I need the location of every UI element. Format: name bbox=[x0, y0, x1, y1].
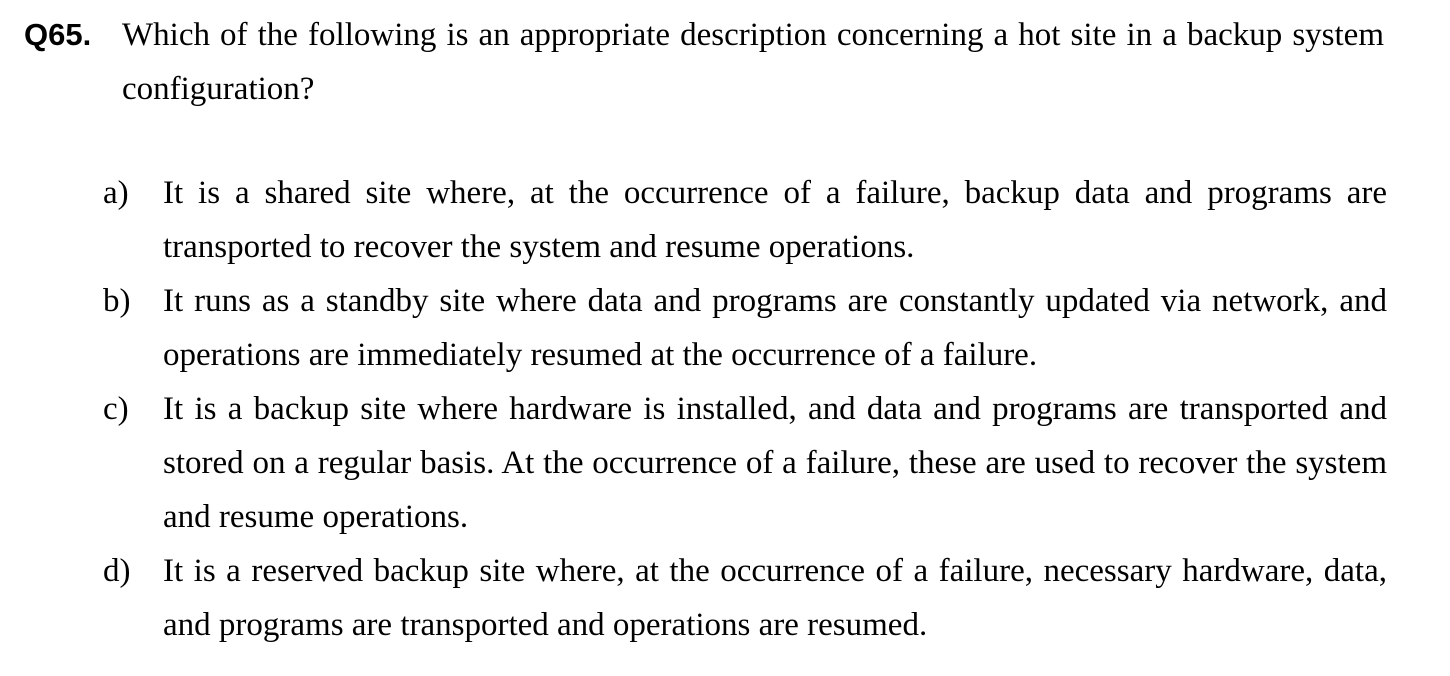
question-text: Which of the following is an appropriate… bbox=[122, 17, 1384, 107]
option-letter: d) bbox=[103, 553, 131, 589]
question-block: Q65. Which of the following is an approp… bbox=[24, 8, 1414, 116]
option-letter: a) bbox=[103, 175, 129, 211]
exam-page: Q65. Which of the following is an approp… bbox=[0, 0, 1450, 676]
option-c: c) It is a backup site where hardware is… bbox=[103, 382, 1393, 544]
option-b: b) It runs as a standby site where data … bbox=[103, 274, 1393, 382]
option-a: a) It is a shared site where, at the occ… bbox=[103, 166, 1393, 274]
option-text: It is a backup site where hardware is in… bbox=[163, 391, 1387, 535]
option-letter: b) bbox=[103, 283, 131, 319]
option-letter: c) bbox=[103, 391, 129, 427]
option-text: It is a shared site where, at the occurr… bbox=[163, 175, 1387, 265]
option-text: It runs as a standby site where data and… bbox=[163, 283, 1387, 373]
answer-options: a) It is a shared site where, at the occ… bbox=[103, 166, 1393, 652]
question-number: Q65. bbox=[24, 17, 92, 52]
option-d: d) It is a reserved backup site where, a… bbox=[103, 544, 1393, 652]
option-text: It is a reserved backup site where, at t… bbox=[163, 553, 1387, 643]
